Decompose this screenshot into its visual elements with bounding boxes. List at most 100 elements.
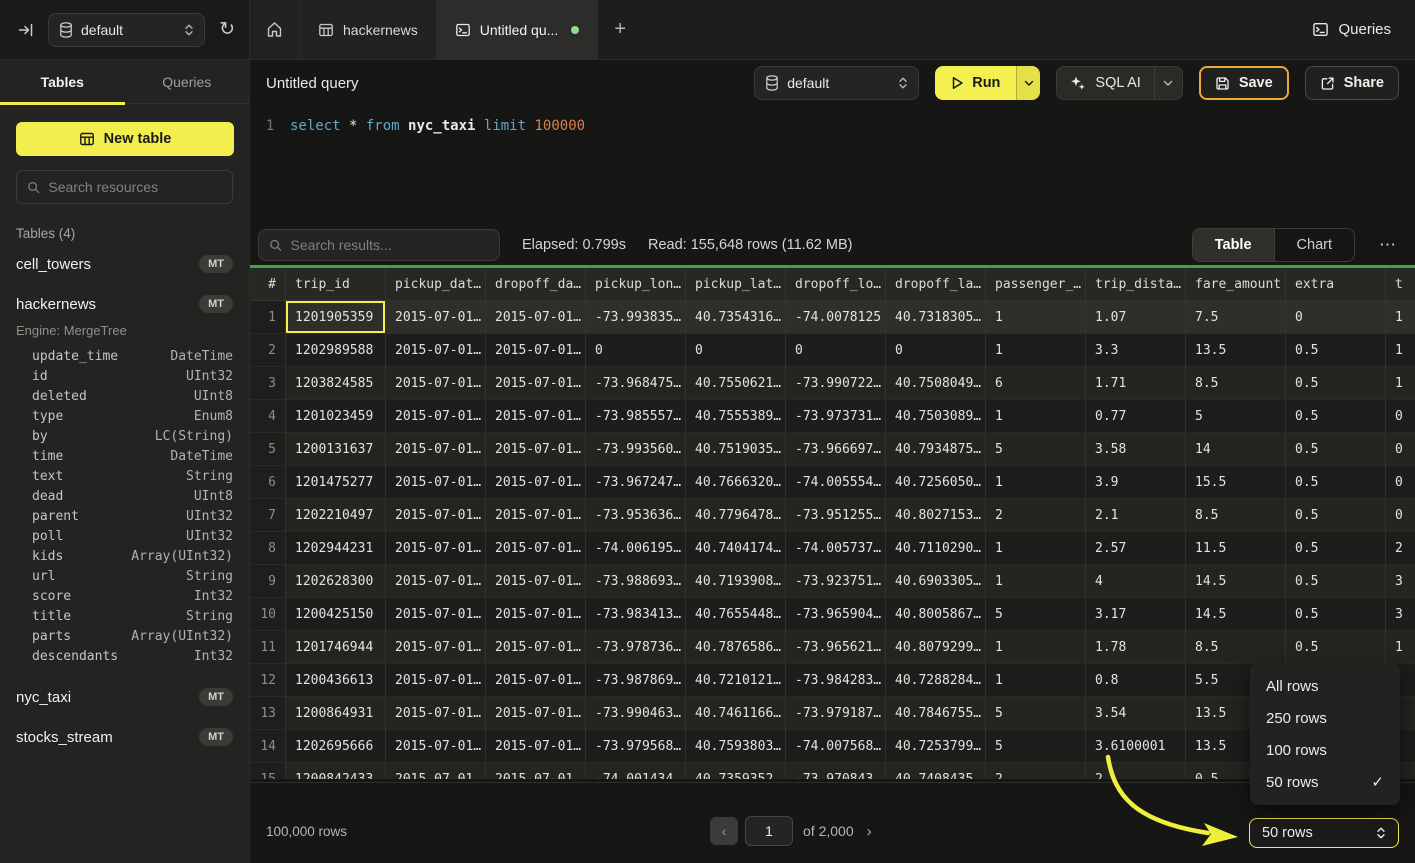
table-cell[interactable]: 1 [986, 532, 1086, 565]
table-cell[interactable]: 4 [1086, 565, 1186, 598]
schema-column-row[interactable]: idUInt32 [0, 366, 249, 386]
table-cell[interactable]: -73.965904… [786, 598, 886, 631]
topbar-database-selector[interactable]: default [48, 13, 205, 47]
table-cell[interactable]: 40.7846755… [886, 697, 986, 730]
table-cell[interactable]: 2 [986, 763, 1086, 779]
column-header[interactable]: pickup_lat… [686, 268, 786, 301]
table-cell[interactable]: 1201746944 [286, 631, 386, 664]
sidebar-table-hackernews[interactable]: hackernews MT [0, 287, 249, 321]
row-number[interactable]: 2 [250, 334, 286, 367]
row-number[interactable]: 9 [250, 565, 286, 598]
table-row[interactable]: 1212004366132015-07-01…2015-07-01…-73.98… [250, 664, 1415, 697]
table-cell[interactable]: 40.7508049… [886, 367, 986, 400]
tab-hackernews[interactable]: hackernews [300, 0, 437, 59]
table-cell[interactable]: -73.979187… [786, 697, 886, 730]
row-number[interactable]: 14 [250, 730, 286, 763]
table-cell[interactable]: 40.7461166… [686, 697, 786, 730]
table-cell[interactable]: 2.57 [1086, 532, 1186, 565]
table-cell[interactable]: 40.7288284… [886, 664, 986, 697]
table-cell[interactable]: -73.978736… [586, 631, 686, 664]
table-cell[interactable]: 0.5 [1286, 499, 1386, 532]
table-cell[interactable]: 0.8 [1086, 664, 1186, 697]
table-cell[interactable]: 1 [986, 565, 1086, 598]
table-cell[interactable]: 3 [1386, 598, 1415, 631]
table-cell[interactable]: 40.7408435 [886, 763, 986, 779]
column-header[interactable]: fare_amount [1186, 268, 1286, 301]
table-cell[interactable]: -73.985557… [586, 400, 686, 433]
table-cell[interactable]: -73.987869… [586, 664, 686, 697]
table-cell[interactable]: 5 [986, 598, 1086, 631]
schema-column-row[interactable]: deletedUInt8 [0, 386, 249, 406]
table-cell[interactable]: 3.9 [1086, 466, 1186, 499]
page-number-input[interactable] [745, 816, 793, 846]
table-cell[interactable]: 2015-07-01… [386, 565, 486, 598]
table-cell[interactable]: 5 [986, 697, 1086, 730]
table-cell[interactable]: 2015-07-01… [486, 697, 586, 730]
table-cell[interactable]: 2015-07-01… [486, 664, 586, 697]
table-cell[interactable]: 8.5 [1186, 499, 1286, 532]
share-button[interactable]: Share [1305, 66, 1399, 100]
refresh-button[interactable]: ↻ [219, 20, 235, 39]
rows-menu-option[interactable]: 50 rows✓ [1250, 766, 1400, 798]
table-cell[interactable]: 40.7876586… [686, 631, 786, 664]
table-cell[interactable]: 1 [986, 631, 1086, 664]
table-cell[interactable]: 0.5 [1286, 598, 1386, 631]
table-cell[interactable]: 2015-07-01… [486, 466, 586, 499]
column-header[interactable]: dropoff_la… [886, 268, 986, 301]
table-cell[interactable]: 1 [986, 301, 1086, 334]
table-cell[interactable]: 2 [986, 499, 1086, 532]
table-cell[interactable]: 2015-07-01… [386, 433, 486, 466]
table-cell[interactable]: 1200436613 [286, 664, 386, 697]
table-row[interactable]: 712022104972015-07-01…2015-07-01…-73.953… [250, 499, 1415, 532]
table-row[interactable]: 412010234592015-07-01…2015-07-01…-73.985… [250, 400, 1415, 433]
table-cell[interactable]: -73.965621… [786, 631, 886, 664]
schema-column-row[interactable]: deadUInt8 [0, 486, 249, 506]
table-cell[interactable]: 0 [586, 334, 686, 367]
table-cell[interactable]: 2015-07-01… [486, 499, 586, 532]
table-cell[interactable]: 1202944231 [286, 532, 386, 565]
table-cell[interactable]: 40.6903305… [886, 565, 986, 598]
table-cell[interactable]: 2015-07-01… [486, 730, 586, 763]
table-cell[interactable]: -73.990722… [786, 367, 886, 400]
row-number[interactable]: 1 [250, 301, 286, 334]
table-cell[interactable]: 2015-07-01… [386, 334, 486, 367]
schema-column-row[interactable]: titleString [0, 606, 249, 626]
table-cell[interactable]: 2015-07-01 [386, 763, 486, 779]
table-cell[interactable]: 2015-07-01… [486, 400, 586, 433]
table-cell[interactable]: 40.7550621… [686, 367, 786, 400]
sidebar-table-cell-towers[interactable]: cell_towers MT [0, 247, 249, 281]
table-row[interactable]: 1412026956662015-07-01…2015-07-01…-73.97… [250, 730, 1415, 763]
table-cell[interactable]: 40.8079299… [886, 631, 986, 664]
table-cell[interactable]: 3.58 [1086, 433, 1186, 466]
column-header[interactable]: passenger_… [986, 268, 1086, 301]
table-cell[interactable]: 2015-07-01… [486, 334, 586, 367]
table-row[interactable]: 212029895882015-07-01…2015-07-01…000013.… [250, 334, 1415, 367]
table-cell[interactable]: 0.5 [1286, 433, 1386, 466]
table-cell[interactable]: -73.970843 [786, 763, 886, 779]
table-cell[interactable]: 0.5 [1286, 367, 1386, 400]
table-cell[interactable]: 0.5 [1286, 532, 1386, 565]
table-cell[interactable]: 1203824585 [286, 367, 386, 400]
schema-column-row[interactable]: update_timeDateTime [0, 346, 249, 366]
row-number[interactable]: 7 [250, 499, 286, 532]
rows-per-page-select[interactable]: 50 rows [1249, 818, 1399, 848]
tab-home[interactable] [250, 0, 300, 59]
table-cell[interactable]: 1202210497 [286, 499, 386, 532]
row-number[interactable]: 12 [250, 664, 286, 697]
table-cell[interactable]: 1202989588 [286, 334, 386, 367]
queries-button[interactable]: Queries [1288, 0, 1415, 59]
table-cell[interactable]: 2015-07-01… [486, 532, 586, 565]
collapse-sidebar-button[interactable] [18, 22, 34, 38]
run-button[interactable]: Run [935, 66, 1016, 100]
table-cell[interactable]: -74.005737… [786, 532, 886, 565]
save-button[interactable]: Save [1199, 66, 1289, 100]
table-cell[interactable]: 13.5 [1186, 334, 1286, 367]
table-cell[interactable]: 40.7110290… [886, 532, 986, 565]
table-cell[interactable]: -74.007568… [786, 730, 886, 763]
table-cell[interactable]: 0.77 [1086, 400, 1186, 433]
table-cell[interactable]: 2015-07-01… [486, 433, 586, 466]
schema-column-row[interactable]: urlString [0, 566, 249, 586]
table-cell[interactable]: 1201023459 [286, 400, 386, 433]
schema-column-row[interactable]: pollUInt32 [0, 526, 249, 546]
table-cell[interactable]: 5 [1186, 400, 1286, 433]
